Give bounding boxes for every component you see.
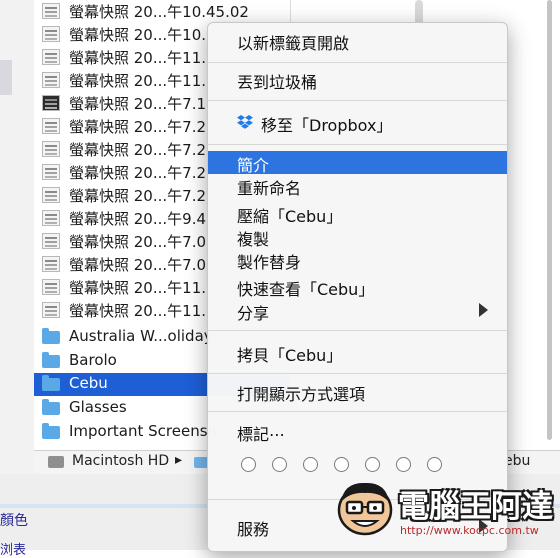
screenshot-icon — [42, 164, 60, 180]
menu-item-label: 分享 — [237, 304, 270, 323]
file-name: 螢幕快照 20...午10. — [69, 26, 207, 44]
file-name: 螢幕快照 20...午11. — [69, 302, 207, 320]
menu-item-label: 簡介 — [237, 156, 270, 175]
tag-circle-icon[interactable] — [365, 457, 380, 472]
folder-icon — [42, 352, 60, 368]
watermark-url: http://www.kocpc.com.tw — [400, 524, 539, 537]
menu-item-label: 服務 — [237, 520, 270, 539]
menu-item-move-to-trash[interactable]: 丟到垃圾桶 — [208, 68, 507, 92]
tag-circle-icon[interactable] — [303, 457, 318, 472]
file-name: 螢幕快照 20...午9.4 — [69, 210, 207, 228]
screenshot-icon — [42, 233, 60, 249]
file-name: 螢幕快照 20...午11. — [69, 279, 207, 297]
file-name: 螢幕快照 20...午7.2 — [69, 141, 207, 159]
folder-icon — [42, 399, 60, 415]
menu-item-label: 重新命名 — [237, 179, 302, 198]
menu-item-label: 以新標籤頁開啟 — [237, 34, 350, 53]
menu-item-tags[interactable]: 標記⋯ — [208, 420, 507, 444]
file-name: Cebu — [69, 374, 108, 392]
menu-item-quick-look[interactable]: 快速查看「Cebu」 — [208, 275, 507, 299]
hard-disk-icon — [48, 456, 64, 468]
menu-item-move-to-dropbox[interactable]: 移至「Dropbox」 — [208, 111, 507, 135]
file-name: Important Screensh — [69, 422, 218, 440]
tag-circle-icon[interactable] — [272, 457, 287, 472]
tag-circle-icon[interactable] — [334, 457, 349, 472]
menu-item-compress[interactable]: 壓縮「Cebu」 — [208, 202, 507, 226]
path-chevron-icon: ▸ — [175, 452, 183, 468]
watermark-title: 電腦王阿達 — [398, 489, 553, 525]
tag-circle-icon[interactable] — [427, 457, 442, 472]
screenshot-icon — [42, 95, 60, 111]
file-name: 螢幕快照 20...午11. — [69, 72, 207, 90]
folder-icon — [42, 328, 60, 344]
screenshot-icon — [42, 187, 60, 203]
file-name: 螢幕快照 20...午7.2 — [69, 164, 207, 182]
menu-separator — [208, 62, 507, 63]
screenshot-icon — [42, 72, 60, 88]
menu-item-label: 製作替身 — [237, 253, 302, 272]
screenshot-icon — [42, 49, 60, 65]
file-name: 螢幕快照 20...午7.2 — [69, 187, 207, 205]
folder-icon — [42, 423, 60, 439]
file-name: 螢幕快照 20...午10.45.02 — [69, 3, 249, 21]
background-page-text: 顏色 — [0, 513, 28, 529]
menu-item-label: 複製 — [237, 230, 270, 249]
menu-item-get-info[interactable]: 簡介 — [208, 151, 507, 175]
menu-item-label: 移至「Dropbox」 — [261, 116, 393, 135]
menu-item-label: 快速查看「Cebu」 — [237, 280, 375, 299]
file-name: 螢幕快照 20...午7.0 — [69, 256, 207, 274]
background-page-text: 浏表 — [0, 543, 27, 558]
menu-item-open-new-tab[interactable]: 以新標籤頁開啟 — [208, 29, 507, 53]
menu-separator — [208, 411, 507, 412]
screenshot-icon — [42, 3, 60, 19]
menu-separator — [208, 373, 507, 374]
menu-separator — [208, 100, 507, 101]
menu-item-label: 丟到垃圾桶 — [237, 73, 318, 92]
menu-item-label: 壓縮「Cebu」 — [237, 207, 343, 226]
menu-item-make-alias[interactable]: 製作替身 — [208, 248, 507, 272]
file-name: Australia W...oliday — [69, 327, 213, 345]
menu-item-rename[interactable]: 重新命名 — [208, 174, 507, 198]
screenshot-icon — [42, 118, 60, 134]
list-item[interactable]: 螢幕快照 20...午10.45.02 — [34, 0, 290, 23]
menu-item-share[interactable]: 分享 — [208, 299, 507, 323]
folder-icon — [42, 375, 60, 391]
menu-separator — [208, 144, 507, 145]
menu-item-label: 打開顯示方式選項 — [237, 385, 366, 404]
sidebar-strip — [0, 0, 34, 505]
menu-item-copy[interactable]: 拷貝「Cebu」 — [208, 341, 507, 365]
path-disk-label[interactable]: Macintosh HD — [72, 453, 169, 469]
screenshot-icon — [42, 141, 60, 157]
file-name: Barolo — [69, 351, 117, 369]
file-name: 螢幕快照 20...午7.1 — [69, 95, 207, 113]
tag-circle-icon[interactable] — [396, 457, 411, 472]
menu-item-label: 標記⋯ — [237, 425, 286, 444]
screenshot-icon — [42, 26, 60, 42]
mascot-face-icon — [337, 482, 393, 536]
menu-item-show-view-options[interactable]: 打開顯示方式選項 — [208, 380, 507, 404]
screenshot-icon — [42, 279, 60, 295]
menu-item-label: 拷貝「Cebu」 — [237, 346, 343, 365]
file-name: 螢幕快照 20...午11. — [69, 49, 207, 67]
file-name: 螢幕快照 20...午7.0 — [69, 233, 207, 251]
watermark: 電腦王阿達 http://www.kocpc.com.tw — [328, 472, 558, 550]
column-scrollbar[interactable] — [547, 0, 552, 440]
dropbox-icon — [237, 115, 253, 129]
sidebar-selection — [0, 60, 12, 95]
screenshot-icon — [42, 210, 60, 226]
file-name: Glasses — [69, 398, 127, 416]
submenu-arrow-icon — [479, 303, 488, 317]
tag-circle-icon[interactable] — [241, 457, 256, 472]
screenshot-icon — [42, 302, 60, 318]
file-name: 螢幕快照 20...午7.2 — [69, 118, 207, 136]
menu-item-duplicate[interactable]: 複製 — [208, 225, 507, 249]
menu-separator — [208, 330, 507, 331]
screenshot-icon — [42, 256, 60, 272]
